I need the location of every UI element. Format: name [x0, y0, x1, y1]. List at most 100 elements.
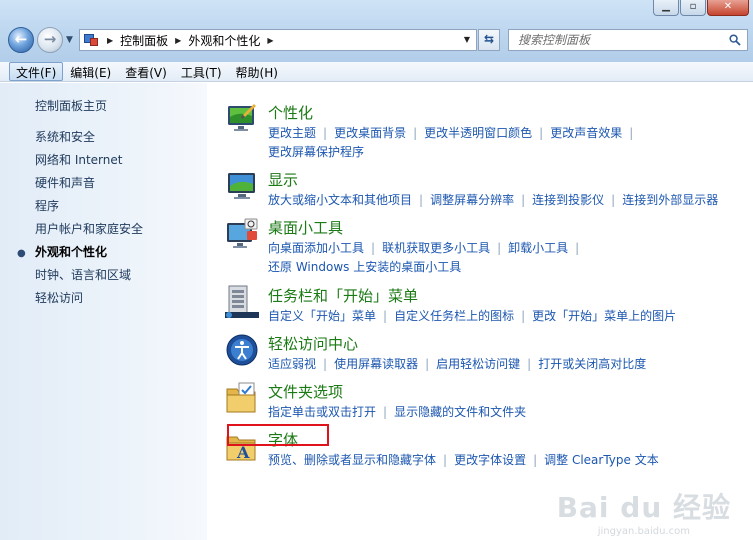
category-links: 放大或缩小文本和其他项目 | 调整屏幕分辨率 | 连接到投影仪 | 连接到外部显示器	[268, 191, 753, 210]
breadcrumb-appearance[interactable]: 外观和个性化	[188, 32, 260, 49]
recent-pages-dropdown[interactable]: ▼	[66, 35, 73, 45]
link-adjust-resolution[interactable]: 调整屏幕分辨率	[430, 193, 514, 207]
link-use-screen-reader[interactable]: 使用屏幕读取器	[334, 357, 418, 371]
window-controls: ▁ ▫ ✕	[653, 0, 749, 16]
folder-options-icon	[226, 382, 256, 413]
link-change-font-settings[interactable]: 更改字体设置	[454, 453, 526, 467]
menu-view[interactable]: 查看(V)	[118, 62, 174, 81]
control-panel-icon	[84, 33, 100, 47]
category-title[interactable]: 轻松访问中心	[268, 333, 358, 354]
link-separator: |	[419, 193, 424, 207]
link-change-screen-saver[interactable]: 更改屏幕保护程序	[268, 145, 364, 159]
control-panel-home-link[interactable]: 控制面板主页	[35, 97, 107, 114]
category-links: 自定义「开始」菜单 | 自定义任务栏上的图标 | 更改「开始」菜单上的图片	[268, 307, 753, 326]
menu-bar: 文件(F) 编辑(E) 查看(V) 工具(T) 帮助(H)	[0, 62, 753, 82]
nav-item-clock-language[interactable]: 时钟、语言和区域	[35, 268, 143, 291]
breadcrumb-arrow-icon[interactable]: ▶	[107, 36, 113, 45]
category-title[interactable]: 桌面小工具	[268, 217, 343, 238]
link-customize-start-menu[interactable]: 自定义「开始」菜单	[268, 309, 376, 323]
main-content: 个性化 更改主题 | 更改桌面背景 | 更改半透明窗口颜色 | 更改声音效果 | 更改屏幕保护程…	[207, 83, 753, 540]
link-restore-gadgets[interactable]: 还原 Windows 上安装的桌面小工具	[268, 260, 461, 274]
link-separator: |	[521, 309, 526, 323]
breadcrumb-arrow-icon[interactable]: ▶	[267, 36, 273, 45]
category-title[interactable]: 任务栏和「开始」菜单	[268, 285, 418, 306]
link-separator: |	[629, 126, 634, 140]
nav-item-appearance[interactable]: ● 外观和个性化	[17, 245, 143, 268]
ease-of-access-icon	[226, 334, 258, 366]
category-nav-list: 系统和安全 网络和 Internet 硬件和声音 程序 用户帐户和家庭安全 ● 外…	[17, 130, 143, 314]
category-title[interactable]: 个性化	[268, 102, 313, 123]
taskbar-icon	[225, 285, 259, 318]
title-bar: ▁ ▫ ✕ ← → ▼ ▶ 控制面板 ▶ 外观和个性化 ▶ ▼ ⇆	[0, 0, 753, 62]
link-separator: |	[425, 357, 430, 371]
link-separator: |	[521, 193, 526, 207]
menu-file[interactable]: 文件(F)	[9, 62, 64, 81]
left-nav-pane: 控制面板主页 系统和安全 网络和 Internet 硬件和声音 程序 用户帐户和…	[0, 83, 207, 540]
nav-item-label: 外观和个性化	[35, 245, 108, 259]
link-adjust-cleartype[interactable]: 调整 ClearType 文本	[544, 453, 659, 467]
link-separator: |	[371, 241, 376, 255]
link-single-or-double-click[interactable]: 指定单击或双击打开	[268, 405, 376, 419]
nav-item-programs[interactable]: 程序	[35, 199, 143, 222]
link-show-hidden-files[interactable]: 显示隐藏的文件和文件夹	[394, 405, 526, 419]
maximize-button[interactable]: ▫	[680, 0, 706, 16]
personalization-icon	[228, 104, 256, 131]
link-customize-taskbar-icons[interactable]: 自定义任务栏上的图标	[394, 309, 514, 323]
search-box[interactable]	[508, 29, 748, 51]
search-input[interactable]	[509, 30, 719, 50]
link-separator: |	[323, 357, 328, 371]
menu-edit[interactable]: 编辑(E)	[63, 62, 118, 81]
nav-item-network[interactable]: 网络和 Internet	[35, 153, 143, 176]
link-connect-projector[interactable]: 连接到投影仪	[532, 193, 604, 207]
link-separator: |	[497, 241, 502, 255]
link-get-more-gadgets[interactable]: 联机获取更多小工具	[382, 241, 490, 255]
link-high-contrast[interactable]: 打开或关闭高对比度	[538, 357, 646, 371]
forward-arrow-icon: →	[43, 30, 57, 48]
link-separator: |	[413, 126, 418, 140]
search-icon[interactable]	[729, 34, 741, 46]
menu-help[interactable]: 帮助(H)	[229, 62, 285, 81]
link-change-window-color[interactable]: 更改半透明窗口颜色	[424, 126, 532, 140]
category-links: 预览、删除或者显示和隐藏字体 | 更改字体设置 | 调整 ClearType 文本	[268, 451, 753, 470]
link-optimize-visual[interactable]: 适应弱视	[268, 357, 316, 371]
link-separator: |	[527, 357, 532, 371]
breadcrumb-arrow-icon[interactable]: ▶	[175, 36, 181, 45]
display-icon	[228, 173, 255, 199]
baidu-watermark: Bai du 经验 jingyan.baidu.com	[557, 486, 731, 537]
address-bar[interactable]: ▶ 控制面板 ▶ 外观和个性化 ▶ ▼	[79, 29, 477, 51]
link-add-gadgets[interactable]: 向桌面添加小工具	[268, 241, 364, 255]
link-connect-external-display[interactable]: 连接到外部显示器	[622, 193, 718, 207]
link-change-theme[interactable]: 更改主题	[268, 126, 316, 140]
address-dropdown-button[interactable]: ▼	[458, 30, 476, 50]
forward-button[interactable]: →	[37, 27, 63, 53]
chevron-down-icon: ▼	[66, 35, 73, 45]
menu-tools[interactable]: 工具(T)	[174, 62, 229, 81]
link-change-start-menu-picture[interactable]: 更改「开始」菜单上的图片	[532, 309, 676, 323]
minimize-button[interactable]: ▁	[653, 0, 679, 16]
category-title[interactable]: 显示	[268, 169, 298, 190]
category-links: 更改主题 | 更改桌面背景 | 更改半透明窗口颜色 | 更改声音效果 | 更改屏幕保护程序	[268, 124, 753, 162]
nav-item-system-security[interactable]: 系统和安全	[35, 130, 143, 153]
link-change-sound-effects[interactable]: 更改声音效果	[550, 126, 622, 140]
back-button[interactable]: ←	[8, 27, 34, 53]
link-preview-delete-fonts[interactable]: 预览、删除或者显示和隐藏字体	[268, 453, 436, 467]
nav-item-ease-of-access[interactable]: 轻松访问	[35, 291, 143, 314]
link-separator: |	[611, 193, 616, 207]
nav-item-user-accounts[interactable]: 用户帐户和家庭安全	[35, 222, 143, 245]
link-uninstall-gadget[interactable]: 卸载小工具	[508, 241, 568, 255]
category-title[interactable]: 文件夹选项	[268, 381, 343, 402]
back-arrow-icon: ←	[14, 30, 28, 48]
link-resize-text[interactable]: 放大或缩小文本和其他项目	[268, 193, 412, 207]
link-turn-on-easy-access-keys[interactable]: 启用轻松访问键	[436, 357, 520, 371]
link-change-desktop-background[interactable]: 更改桌面背景	[334, 126, 406, 140]
refresh-button[interactable]: ⇆	[478, 29, 500, 51]
close-button[interactable]: ✕	[707, 0, 749, 16]
nav-item-hardware-sound[interactable]: 硬件和声音	[35, 176, 143, 199]
watermark-logo-text: Bai du 经验	[556, 491, 731, 524]
current-item-bullet-icon: ●	[17, 248, 26, 259]
breadcrumb-control-panel[interactable]: 控制面板	[120, 32, 168, 49]
link-separator: |	[383, 309, 388, 323]
link-separator: |	[383, 405, 388, 419]
link-separator: |	[575, 241, 580, 255]
link-separator: |	[533, 453, 538, 467]
